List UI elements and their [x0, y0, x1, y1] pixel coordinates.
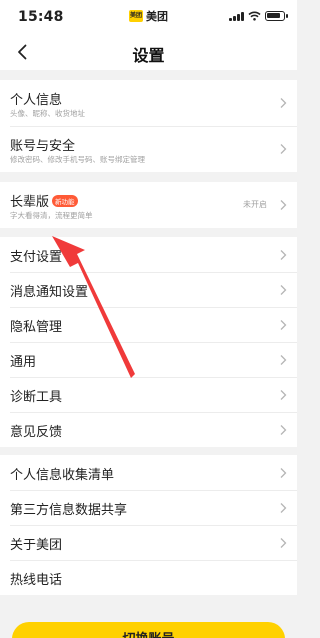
settings-item-notifications[interactable]: 消息通知设置	[0, 272, 297, 307]
settings-item-privacy[interactable]: 隐私管理	[0, 307, 297, 342]
settings-item-elder-mode[interactable]: 长辈版 新功能 字大看得清，流程更简单 未开启	[0, 182, 297, 228]
settings-item-label: 支付设置	[10, 250, 63, 265]
nav-bar: 设置	[0, 34, 297, 70]
settings-item-label: 长辈版 新功能	[10, 191, 78, 210]
elder-mode-status: 未开启	[243, 200, 267, 209]
settings-item-personal-info[interactable]: 个人信息 头像、昵称、收货地址	[0, 80, 297, 126]
settings-item-info-collection[interactable]: 个人信息收集清单	[0, 455, 297, 490]
settings-item-payment[interactable]: 支付设置	[0, 237, 297, 272]
page-title: 设置	[132, 46, 165, 65]
settings-item-general[interactable]: 通用	[0, 342, 297, 377]
battery-icon	[265, 11, 288, 21]
chevron-right-icon	[280, 144, 287, 154]
chevron-right-icon	[280, 98, 287, 108]
settings-item-label: 意见反馈	[10, 425, 63, 440]
chevron-right-icon	[280, 284, 287, 295]
settings-item-subtitle: 修改密码、修改手机号码、账号绑定管理	[10, 155, 145, 164]
status-time: 15:48	[18, 9, 64, 25]
settings-item-label: 关于美团	[10, 538, 63, 553]
chevron-right-icon	[280, 467, 287, 478]
settings-item-label: 个人信息	[10, 93, 63, 108]
settings-item-hotline[interactable]: 热线电话	[0, 560, 297, 595]
chevron-right-icon	[280, 424, 287, 435]
elder-mode-label: 长辈版	[10, 195, 50, 210]
chevron-right-icon	[280, 389, 287, 400]
settings-item-about[interactable]: 关于美团	[0, 525, 297, 560]
settings-item-account-security[interactable]: 账号与安全 修改密码、修改手机号码、账号绑定管理	[0, 126, 297, 172]
chevron-right-icon	[280, 200, 287, 210]
settings-item-label: 通用	[10, 355, 37, 370]
account-group: 个人信息 头像、昵称、收货地址 账号与安全 修改密码、修改手机号码、账号绑定管理	[0, 80, 297, 172]
new-feature-badge: 新功能	[52, 195, 78, 207]
about-group: 个人信息收集清单 第三方信息数据共享 关于美团 热线电话	[0, 455, 297, 595]
settings-item-feedback[interactable]: 意见反馈	[0, 412, 297, 447]
elder-mode-group: 长辈版 新功能 字大看得清，流程更简单 未开启	[0, 182, 297, 228]
settings-item-label: 诊断工具	[10, 390, 63, 405]
settings-item-diagnostics[interactable]: 诊断工具	[0, 377, 297, 412]
settings-item-label: 第三方信息数据共享	[10, 503, 128, 518]
status-bar: 15:48 美团 美团	[0, 0, 297, 34]
chevron-right-icon	[280, 502, 287, 513]
settings-item-label: 个人信息收集清单	[10, 468, 115, 483]
settings-item-label: 消息通知设置	[10, 285, 89, 300]
settings-item-label: 热线电话	[10, 573, 63, 588]
switch-account-button[interactable]: 切换账号	[12, 622, 285, 638]
status-icons	[229, 11, 288, 21]
settings-item-label: 隐私管理	[10, 320, 63, 335]
settings-item-subtitle: 字大看得清，流程更简单	[10, 211, 93, 220]
meituan-logo-icon: 美团	[129, 10, 143, 22]
chevron-right-icon	[280, 537, 287, 548]
app-indicator: 美团 美团	[129, 8, 168, 24]
switch-account-label: 切换账号	[12, 628, 285, 638]
settings-item-third-party-sharing[interactable]: 第三方信息数据共享	[0, 490, 297, 525]
app-name: 美团	[146, 10, 168, 23]
settings-item-label: 账号与安全	[10, 139, 76, 154]
chevron-right-icon	[280, 249, 287, 260]
wifi-icon	[248, 11, 261, 21]
settings-item-subtitle: 头像、昵称、收货地址	[10, 109, 85, 118]
chevron-right-icon	[280, 319, 287, 330]
general-settings-group: 支付设置 消息通知设置 隐私管理 通用 诊断工具 意见反馈	[0, 237, 297, 447]
signal-icon	[229, 11, 244, 21]
chevron-right-icon	[280, 354, 287, 365]
